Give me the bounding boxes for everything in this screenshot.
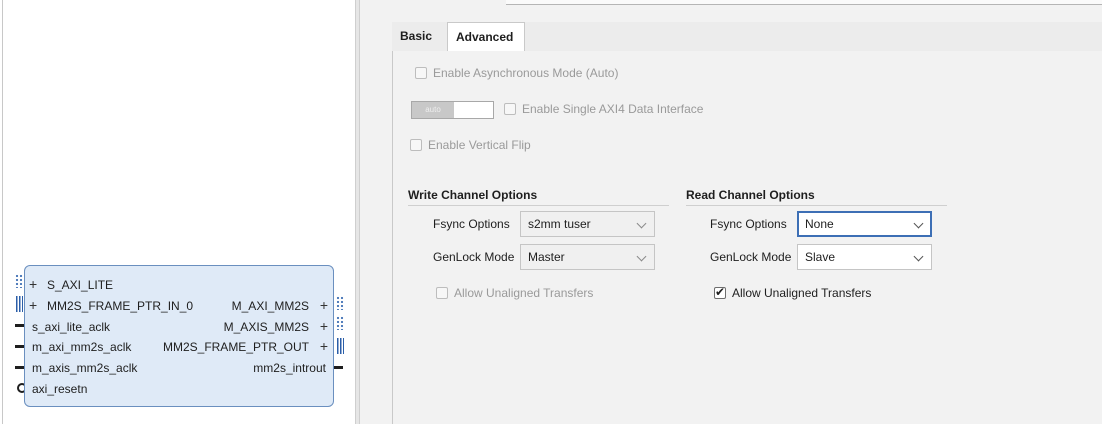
ip-configuration-panel: Basic Advanced Enable Asynchronous Mode … xyxy=(360,0,1102,424)
async-mode-label: Enable Asynchronous Mode (Auto) xyxy=(433,66,619,80)
read-unaligned-option[interactable]: ✔ Allow Unaligned Transfers xyxy=(714,285,872,300)
auto-toggle-knob: auto xyxy=(412,102,454,118)
tab-bar: Basic Advanced xyxy=(392,22,1102,52)
read-channel-divider xyxy=(686,205,947,206)
write-genlock-value: Master xyxy=(528,250,565,264)
single-axi4-option[interactable]: Enable Single AXI4 Data Interface xyxy=(504,102,703,116)
expand-s-axi-lite-icon[interactable]: + xyxy=(29,277,37,291)
write-channel-divider xyxy=(408,205,669,206)
checkmark-icon: ✔ xyxy=(715,285,726,299)
tab-basic[interactable]: Basic xyxy=(392,22,447,51)
port-m-axis-mm2s-aclk: m_axis_mm2s_aclk xyxy=(32,361,138,375)
chevron-down-icon xyxy=(636,218,647,229)
read-unaligned-label: Allow Unaligned Transfers xyxy=(732,286,872,300)
write-unaligned-label: Allow Unaligned Transfers xyxy=(454,286,594,300)
async-mode-option[interactable]: Enable Asynchronous Mode (Auto) xyxy=(415,66,618,80)
async-mode-checkbox[interactable] xyxy=(415,67,427,79)
port-s-axi-lite: S_AXI_LITE xyxy=(47,278,114,292)
write-fsync-select[interactable]: s2mm tuser xyxy=(520,211,655,237)
port-m-axi-mm2s-aclk: m_axi_mm2s_aclk xyxy=(32,340,132,354)
single-axi4-label: Enable Single AXI4 Data Interface xyxy=(522,102,704,116)
chevron-down-icon xyxy=(913,251,924,262)
write-fsync-value: s2mm tuser xyxy=(528,217,591,231)
read-genlock-select[interactable]: Slave xyxy=(797,244,932,270)
expand-m-axi-mm2s-icon[interactable]: + xyxy=(320,298,328,312)
vertical-flip-option[interactable]: Enable Vertical Flip xyxy=(410,138,531,152)
port-m-axi-mm2s: M_AXI_MM2S xyxy=(231,299,309,313)
write-genlock-label: GenLock Mode xyxy=(433,250,515,264)
write-genlock-select[interactable]: Master xyxy=(520,244,655,270)
axi-vdma-ip-block[interactable]: + S_AXI_LITE + MM2S_FRAME_PTR_IN_0 s_axi… xyxy=(24,265,334,407)
read-unaligned-checkbox[interactable]: ✔ xyxy=(714,285,726,299)
read-fsync-select[interactable]: None xyxy=(797,211,932,237)
chevron-down-icon xyxy=(913,218,924,229)
chevron-down-icon xyxy=(636,251,647,262)
read-channel-title: Read Channel Options xyxy=(686,188,815,202)
port-mm2s-frame-ptr-in: MM2S_FRAME_PTR_IN_0 xyxy=(47,299,194,313)
s-axi-lite-bus-connector[interactable] xyxy=(15,274,23,288)
frame-ptr-in-bus-connector[interactable] xyxy=(16,296,23,312)
canvas-border xyxy=(2,0,3,424)
tab-advanced[interactable]: Advanced xyxy=(447,22,525,52)
single-axi4-checkbox[interactable] xyxy=(504,103,516,115)
read-genlock-label: GenLock Mode xyxy=(710,250,792,264)
read-genlock-value: Slave xyxy=(805,250,836,264)
port-s-axi-lite-aclk: s_axi_lite_aclk xyxy=(32,320,111,334)
block-diagram-canvas[interactable]: + S_AXI_LITE + MM2S_FRAME_PTR_IN_0 s_axi… xyxy=(0,0,355,424)
advanced-tab-content: Enable Asynchronous Mode (Auto) auto Ena… xyxy=(392,51,1102,424)
m-axi-mm2s-bus-connector[interactable] xyxy=(336,296,344,310)
write-channel-title: Write Channel Options xyxy=(408,188,538,202)
write-fsync-label: Fsync Options xyxy=(433,217,510,231)
auto-manual-toggle[interactable]: auto xyxy=(411,101,494,119)
expand-frame-ptr-out-icon[interactable]: + xyxy=(320,339,328,353)
vertical-flip-label: Enable Vertical Flip xyxy=(428,138,531,152)
port-mm2s-introut: mm2s_introut xyxy=(253,361,326,375)
write-unaligned-checkbox[interactable] xyxy=(436,287,448,299)
mm2s-introut-wire[interactable] xyxy=(334,366,343,369)
read-fsync-value: None xyxy=(805,217,834,231)
m-axis-mm2s-bus-connector[interactable] xyxy=(336,316,344,330)
vertical-flip-checkbox[interactable] xyxy=(410,139,422,151)
port-axi-resetn: axi_resetn xyxy=(32,382,88,396)
write-unaligned-option[interactable]: Allow Unaligned Transfers xyxy=(436,286,593,300)
port-m-axis-mm2s: M_AXIS_MM2S xyxy=(223,320,309,334)
frame-ptr-out-bus-connector[interactable] xyxy=(337,338,344,354)
expand-m-axis-mm2s-icon[interactable]: + xyxy=(320,319,328,333)
expand-frame-ptr-in-icon[interactable]: + xyxy=(29,298,37,312)
read-fsync-label: Fsync Options xyxy=(710,217,787,231)
port-mm2s-frame-ptr-out: MM2S_FRAME_PTR_OUT xyxy=(162,340,309,354)
component-name-field-edge[interactable] xyxy=(506,0,1102,5)
